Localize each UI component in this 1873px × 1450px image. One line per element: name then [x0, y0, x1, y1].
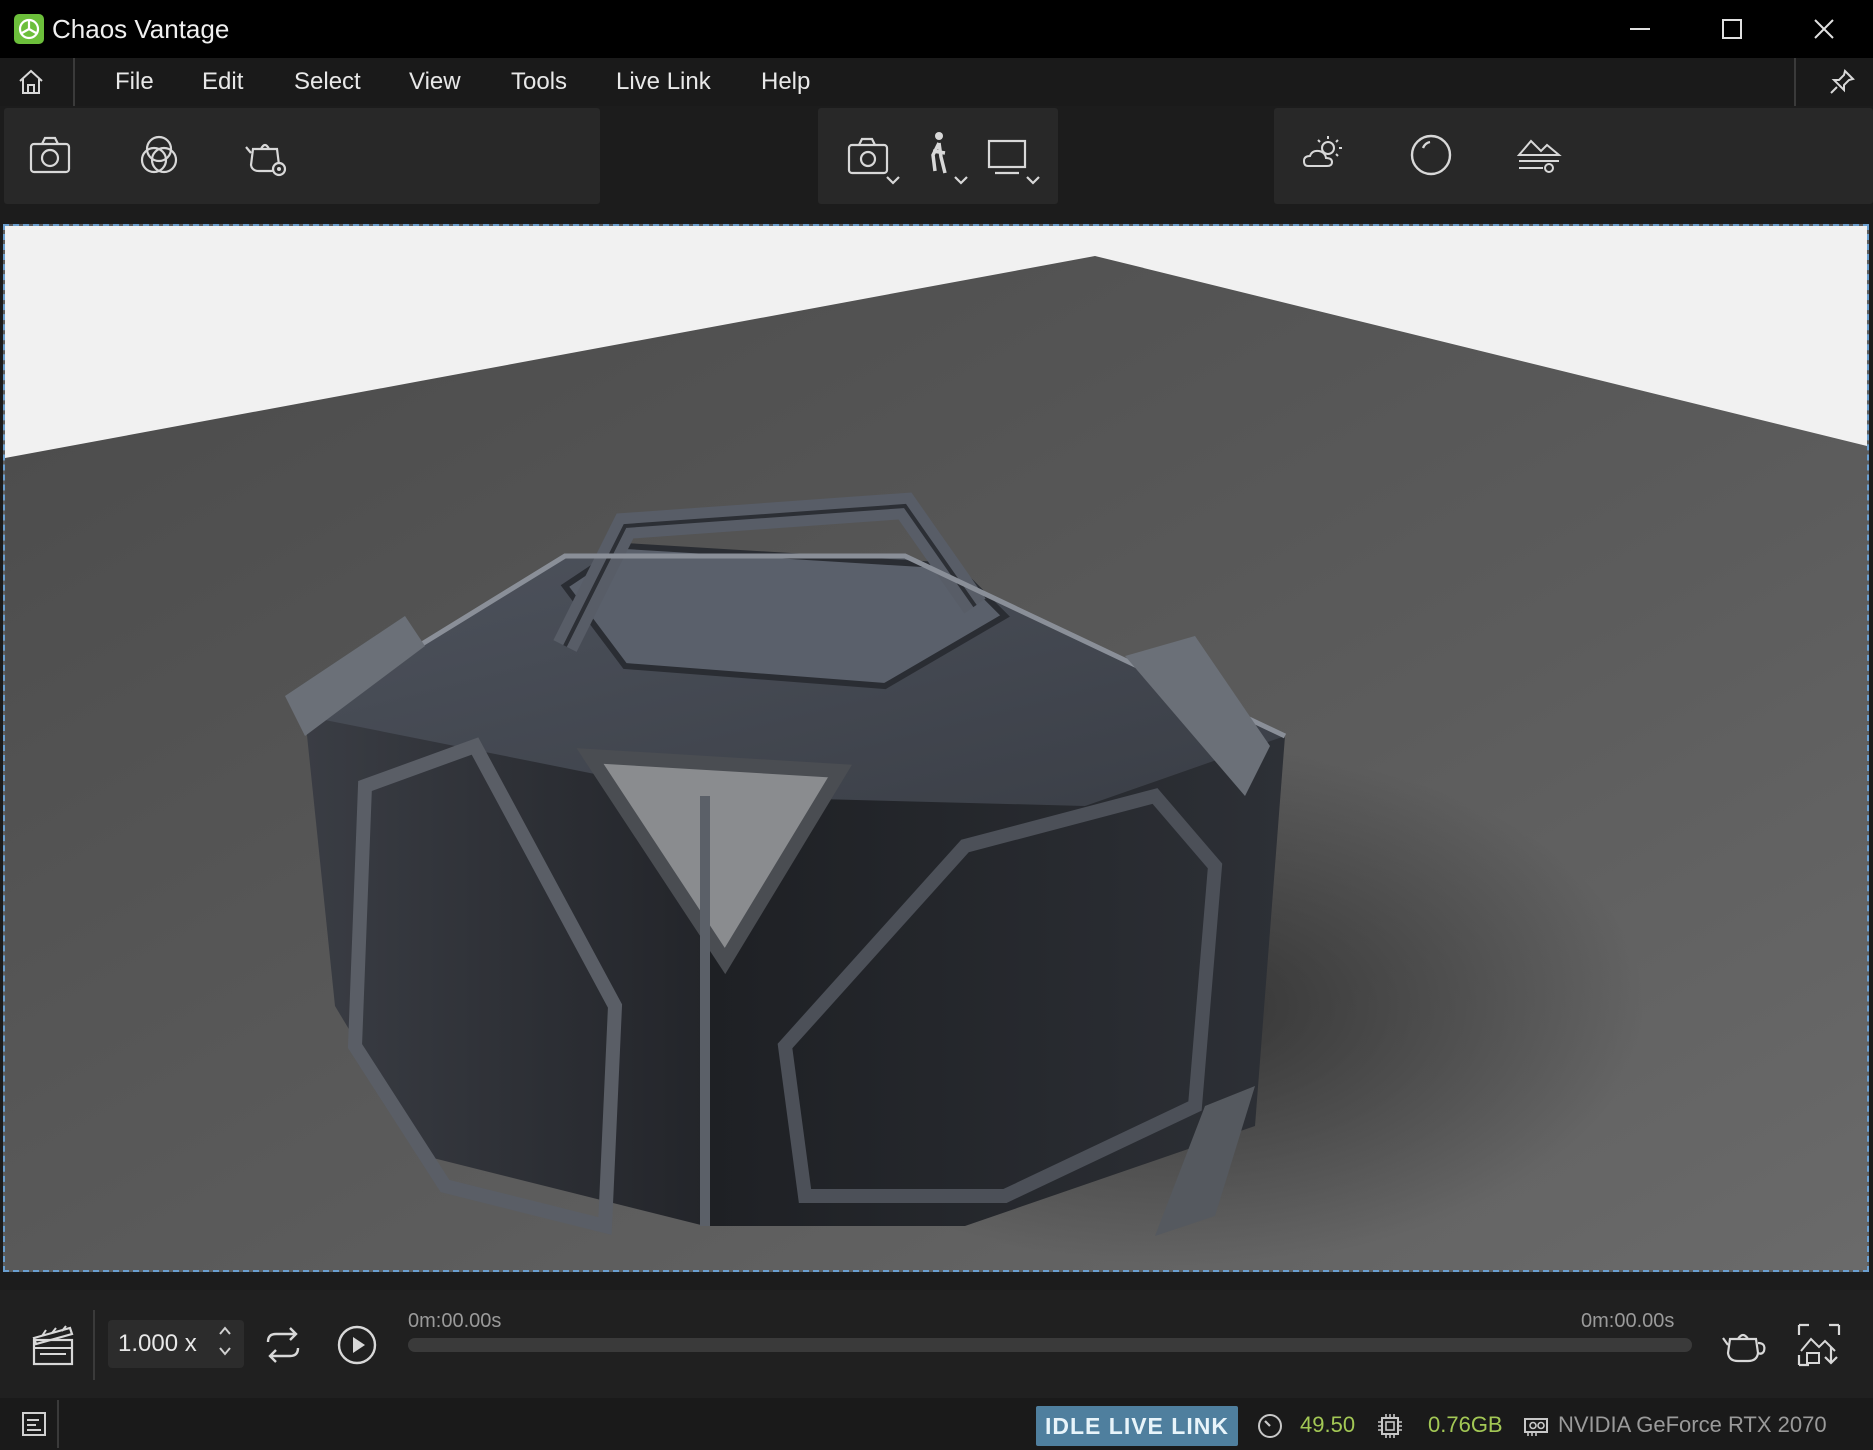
export-image-button[interactable] — [1784, 1310, 1854, 1380]
memory-chip-icon — [1376, 1412, 1404, 1445]
menu-tools[interactable]: Tools — [507, 58, 571, 106]
home-button[interactable] — [0, 58, 62, 106]
teapot-icon — [1722, 1333, 1766, 1363]
status-divider — [57, 1400, 59, 1448]
menu-help[interactable]: Help — [757, 58, 814, 106]
menu-divider — [73, 58, 75, 106]
rendered-crate-scene — [5, 226, 1867, 1270]
log-icon — [22, 1412, 46, 1436]
export-image-icon — [1797, 1323, 1841, 1367]
close-icon — [1814, 19, 1834, 39]
gpu-card-icon — [1522, 1412, 1550, 1445]
loop-button[interactable] — [248, 1310, 318, 1380]
camera-dropdown-button[interactable] — [838, 124, 908, 194]
sphere-button[interactable] — [1396, 120, 1466, 190]
speed-up-icon[interactable] — [216, 1322, 234, 1343]
render-viewport[interactable] — [3, 224, 1869, 1272]
environment-icon — [1302, 136, 1342, 167]
maximize-icon — [1722, 19, 1742, 39]
teapot-settings-icon — [245, 143, 287, 177]
materials-button[interactable] — [124, 120, 194, 190]
fps-gauge-icon — [1256, 1412, 1284, 1445]
loop-icon — [266, 1327, 300, 1363]
pin-button[interactable] — [1818, 64, 1866, 100]
menu-divider-right — [1794, 58, 1796, 106]
teapot-button[interactable] — [1709, 1310, 1779, 1380]
pin-icon — [1830, 69, 1855, 94]
timeline-scrubber[interactable] — [408, 1338, 1692, 1352]
camera-dropdown-icon — [847, 137, 900, 185]
timeline-start-time: 0m:00.00s — [408, 1310, 502, 1332]
materials-icon — [140, 135, 178, 174]
menu-select[interactable]: Select — [290, 58, 365, 106]
playback-speed-value[interactable]: 1.000 x — [118, 1330, 197, 1358]
gpu-name: NVIDIA GeForce RTX 2070 — [1558, 1412, 1827, 1437]
close-button[interactable] — [1778, 0, 1870, 58]
clapperboard-icon — [32, 1325, 74, 1366]
menu-live-link[interactable]: Live Link — [612, 58, 715, 106]
minimize-icon — [1630, 28, 1650, 30]
screenshot-button[interactable] — [15, 120, 85, 190]
minimize-button[interactable] — [1594, 0, 1686, 58]
display-dropdown-icon — [987, 139, 1040, 185]
display-dropdown-button[interactable] — [978, 124, 1048, 194]
animation-clapper-button[interactable] — [18, 1310, 88, 1380]
fps-value: 49.50 — [1300, 1412, 1356, 1437]
vram-value: 0.76GB — [1428, 1412, 1503, 1437]
play-button[interactable] — [322, 1310, 392, 1380]
walk-mode-dropdown-icon — [931, 132, 968, 185]
maximize-button[interactable] — [1686, 0, 1778, 58]
menu-view[interactable]: View — [405, 58, 465, 106]
live-link-status-badge: IDLE LIVE LINK — [1036, 1406, 1238, 1446]
play-icon — [337, 1325, 377, 1365]
scene-settings-button[interactable] — [232, 120, 302, 190]
speed-down-icon[interactable] — [216, 1344, 234, 1365]
toolbar-left-panel — [4, 108, 600, 204]
environment-button[interactable] — [1288, 120, 1358, 190]
screenshot-icon — [29, 136, 71, 174]
sphere-icon — [1410, 134, 1452, 176]
title-bar — [0, 0, 1873, 58]
menu-edit[interactable]: Edit — [198, 58, 247, 106]
ground-settings-button[interactable] — [1504, 120, 1574, 190]
menu-bar — [0, 58, 1873, 106]
playback-divider — [93, 1310, 95, 1380]
log-button[interactable] — [20, 1410, 48, 1443]
timeline-end-time: 0m:00.00s — [1581, 1310, 1675, 1332]
home-icon — [19, 69, 43, 94]
walk-mode-dropdown-button[interactable] — [908, 124, 978, 194]
ground-settings-icon — [1516, 139, 1562, 173]
app-logo-icon — [14, 14, 44, 44]
window-title: Chaos Vantage — [52, 14, 230, 44]
menu-file[interactable]: File — [111, 58, 158, 106]
